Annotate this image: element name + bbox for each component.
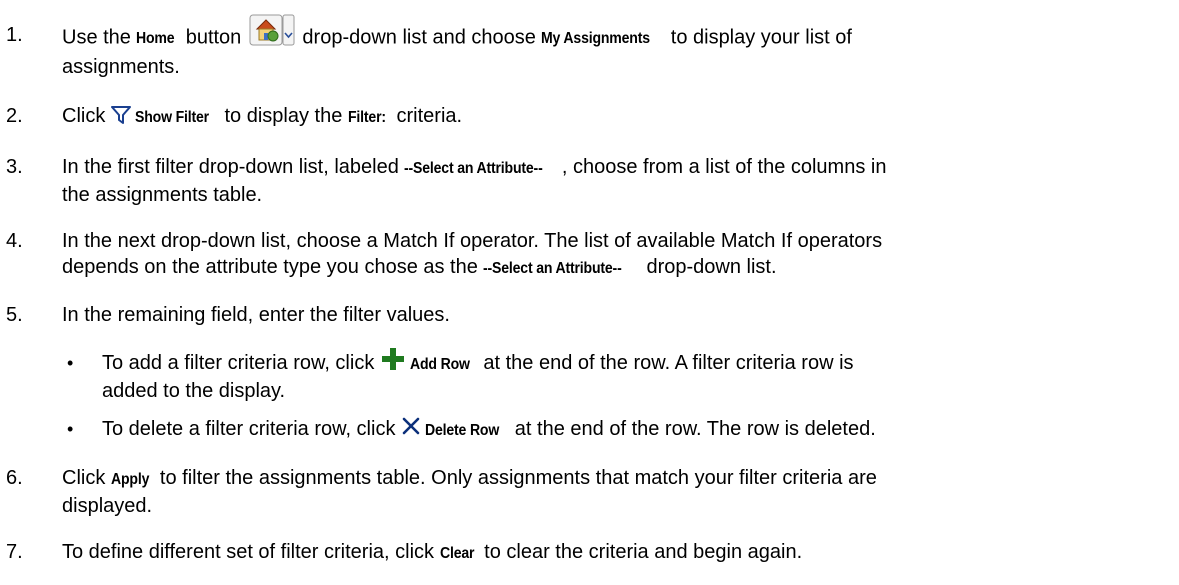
apply-label: Apply [110,471,150,488]
my-assignments-label: My Assignments [541,30,651,48]
add-row-label: Add Row [409,356,470,373]
step-text: Click Show Filter to display the Filter:… [62,103,1172,131]
filter-funnel-icon[interactable] [110,105,131,125]
step-number: 3. [6,156,23,178]
filter-label: Filter: [347,109,386,126]
step-number: 4. [6,230,23,252]
step-number: 1. [6,24,23,46]
bullet-text: To delete a filter criteria row, click D… [102,416,1172,444]
clear-label: Clear [439,545,475,562]
bullet-text: To add a filter criteria row, click Add … [102,347,1172,404]
step-text: Use the Home button drop-down list and c… [62,14,1172,80]
select-attribute-label: --Select an Attribute-- [483,260,622,277]
step-text: In the next drop-down list, choose a Mat… [62,228,1172,282]
show-filter-label: Show Filter [134,109,209,126]
step-text: To define different set of filter criter… [62,539,1172,567]
x-icon[interactable] [401,416,421,436]
plus-icon[interactable] [380,346,406,372]
step-text: In the first filter drop-down list, labe… [62,156,887,206]
bullet-glyph: • [67,353,74,373]
step-text: Click Apply to filter the assignments ta… [62,467,877,517]
step-text: In the remaining field, enter the filter… [62,304,450,326]
step-number: 6. [6,467,23,489]
home-label: Home [136,30,175,48]
home-dropdown-icon[interactable] [249,14,295,46]
step-number: 7. [6,541,23,563]
bullet-glyph: • [67,419,74,439]
select-attribute-label: --Select an Attribute-- [404,160,543,177]
delete-row-label: Delete Row [425,422,500,439]
step-number: 5. [6,304,23,326]
step-number: 2. [6,105,23,127]
